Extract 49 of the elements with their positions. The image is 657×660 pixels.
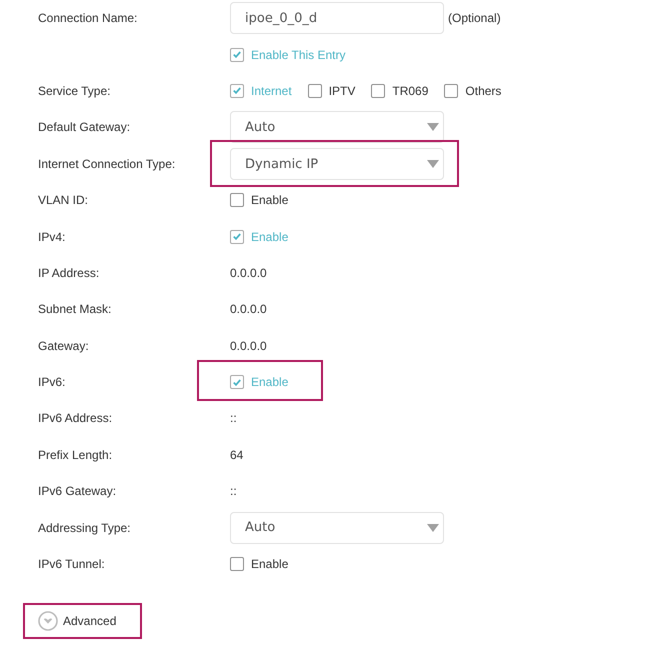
field-label: IPv6 Gateway:: [38, 483, 116, 500]
checkbox[interactable]: [230, 48, 244, 62]
dropdown-arrow-icon: [427, 123, 439, 132]
checkmark-icon: [233, 87, 241, 94]
checkmark-icon: [233, 378, 241, 386]
field-value: 64: [230, 446, 244, 464]
field-label: VLAN ID:: [38, 192, 88, 210]
field-value: 0.0.0.0: [230, 338, 267, 355]
dropdown[interactable]: Auto: [230, 512, 444, 544]
text-field[interactable]: ipoe_0_0_d: [230, 2, 444, 34]
dropdown-arrow-icon: [427, 524, 439, 532]
checkbox-label[interactable]: IPTV: [328, 82, 356, 100]
field-value: ::: [230, 410, 237, 428]
field-value: 0.0.0.0: [230, 301, 267, 318]
advanced-toggle[interactable]: Advanced: [38, 611, 116, 632]
field-label: Service Type:: [38, 82, 110, 100]
checkbox-label[interactable]: Others: [465, 82, 502, 100]
field-label: Prefix Length:: [38, 446, 112, 464]
dropdown[interactable]: Dynamic IP: [230, 148, 444, 180]
field-label: Default Gateway:: [38, 119, 130, 136]
checkbox[interactable]: [444, 84, 458, 98]
checkbox[interactable]: [308, 84, 322, 98]
checkbox[interactable]: [230, 557, 244, 572]
field-label: Internet Connection Type:: [38, 156, 176, 173]
checkbox[interactable]: [371, 84, 386, 98]
field-label: Subnet Mask:: [38, 301, 112, 318]
checkbox-label[interactable]: Enable: [251, 555, 288, 574]
checkmark-icon: [233, 51, 241, 58]
hint-text: (Optional): [448, 10, 501, 28]
checkbox[interactable]: [230, 193, 244, 208]
chevron-circle-icon: [38, 611, 58, 632]
checkbox-label[interactable]: Enable: [251, 191, 288, 210]
checkbox[interactable]: [230, 375, 244, 390]
field-label: Addressing Type:: [38, 520, 131, 537]
field-label: Connection Name:: [38, 10, 138, 28]
field-label: IPv4:: [38, 228, 66, 246]
field-value: ::: [230, 483, 237, 500]
field-label: IPv6 Address:: [38, 410, 112, 428]
checkmark-icon: [233, 233, 241, 240]
field-label: Gateway:: [38, 338, 89, 355]
field-label: IPv6 Tunnel:: [38, 556, 105, 574]
checkbox-label[interactable]: TR069: [392, 82, 428, 100]
dropdown-arrow-icon: [427, 160, 439, 168]
field-value: 0.0.0.0: [230, 264, 267, 282]
dropdown[interactable]: Auto: [230, 111, 444, 144]
field-label: IPv6:: [38, 374, 66, 392]
checkbox[interactable]: [230, 230, 244, 244]
field-label: IP Address:: [38, 264, 100, 282]
checkbox[interactable]: [230, 84, 244, 98]
